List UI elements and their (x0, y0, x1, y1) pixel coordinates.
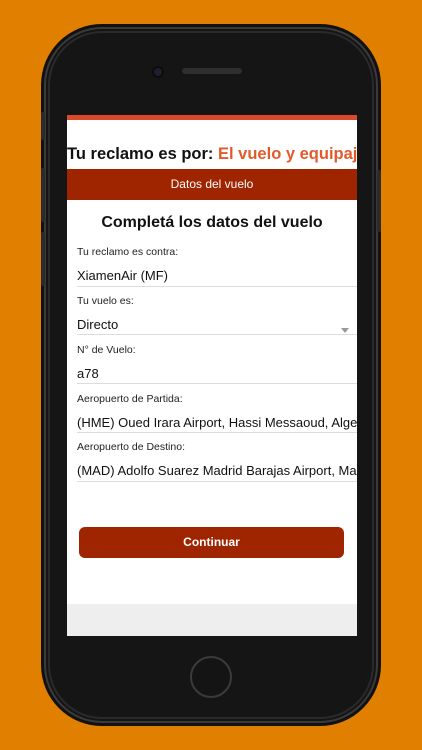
departure-airport-label: Aeropuerto de Partida: (77, 393, 183, 405)
volume-up-button (41, 168, 45, 222)
flight-number-value[interactable]: a78 (77, 366, 357, 381)
form-title: Completá los datos del vuelo (101, 214, 323, 231)
departure-airport-value[interactable]: (HME) Oued Irara Airport, Hassi Messaoud… (77, 415, 357, 430)
claim-type-highlight: El vuelo y equipaje (218, 145, 357, 163)
continue-button[interactable]: Continuar (79, 527, 344, 558)
front-camera-icon (152, 66, 164, 78)
claim-prefix: Tu reclamo es por: (67, 145, 214, 163)
top-accent-bar (67, 115, 357, 120)
flight-type-value[interactable]: Directo (77, 317, 357, 332)
footer-strip (67, 604, 357, 636)
section-header: Datos del vuelo (67, 169, 357, 200)
destination-airport-field[interactable]: Aeropuerto de Destino: (MAD) Adolfo Suar… (77, 441, 357, 482)
destination-airport-value[interactable]: (MAD) Adolfo Suarez Madrid Barajas Airpo… (77, 463, 357, 478)
volume-down-button (41, 232, 45, 286)
departure-airport-field[interactable]: Aeropuerto de Partida: (HME) Oued Irara … (77, 393, 357, 433)
claim-type-heading: Tu reclamo es por: El vuelo y equipaje (67, 145, 357, 164)
airline-field-label: Tu reclamo es contra: (77, 246, 179, 258)
flight-type-label: Tu vuelo es: (77, 295, 134, 307)
mute-switch (41, 112, 45, 140)
chevron-down-icon[interactable] (341, 328, 349, 333)
destination-airport-label: Aeropuerto de Destino: (77, 441, 185, 453)
airline-field-value[interactable]: XiamenAir (MF) (77, 268, 357, 283)
flight-number-label: N° de Vuelo: (77, 344, 136, 356)
app-screen: Tu reclamo es por: El vuelo y equipaje D… (67, 115, 357, 636)
airline-field[interactable]: Tu reclamo es contra: XiamenAir (MF) (77, 246, 357, 287)
home-button[interactable] (190, 656, 232, 698)
power-button (377, 170, 381, 232)
flight-number-field[interactable]: N° de Vuelo: a78 (77, 344, 357, 384)
flight-type-select[interactable]: Tu vuelo es: Directo (77, 295, 357, 335)
speaker-grille (182, 68, 242, 74)
